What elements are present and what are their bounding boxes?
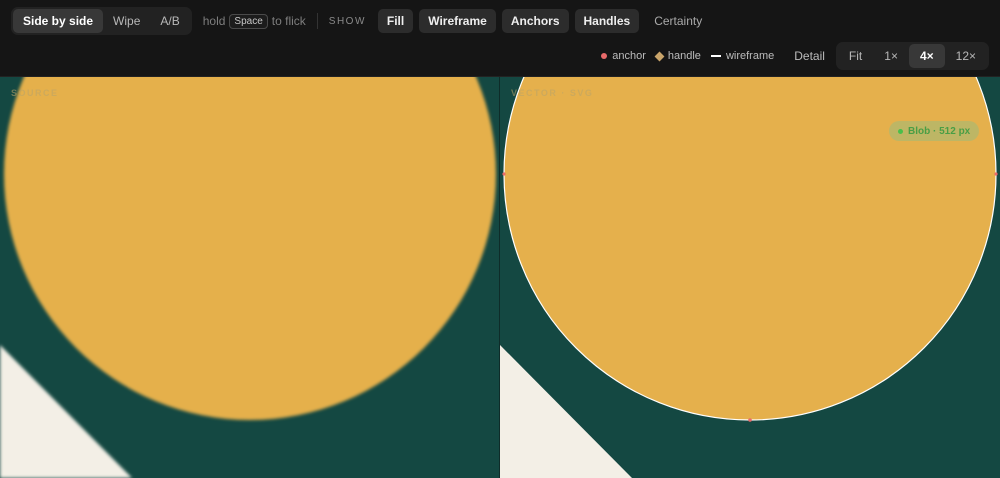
show-label: SHOW [328,15,366,27]
toggle-wireframe[interactable]: Wireframe [419,9,496,33]
detail-label: Detail [794,49,825,63]
anchor-point[interactable] [994,172,998,176]
legend-anchor: anchor [601,50,646,62]
hint-suffix: to flick [271,14,306,28]
source-circle [4,77,496,420]
space-key: Space [229,13,268,29]
anchor-dot-icon [601,53,608,59]
anchor-point[interactable] [748,418,752,422]
toolbar-row-secondary: anchor handle wireframe Detail Fit 1× 4×… [601,41,989,71]
status-dot-icon [898,128,903,134]
source-pane[interactable]: SOURCE [0,77,500,478]
zoom-12x[interactable]: 12× [945,44,987,68]
toggle-anchors[interactable]: Anchors [501,9,569,33]
toolbar: Side by side Wipe A/B hold Space to flic… [0,0,1000,77]
source-label: SOURCE [11,88,59,98]
shape-badge-label: Blob · 512 px [908,125,971,137]
vector-label: VECTOR · SVG [511,88,594,98]
toolbar-divider [316,13,318,29]
legend-anchor-label: anchor [612,50,646,62]
zoom-segmented: Fit 1× 4× 12× [835,42,989,70]
zoom-4x[interactable]: 4× [908,44,945,68]
legend-handle: handle [654,50,701,62]
source-canvas [0,77,496,478]
legend-wireframe-label: wireframe [725,50,775,62]
view-mode-wipe[interactable]: Wipe [103,9,150,33]
wireframe-line-icon [710,55,721,57]
view-mode-side-by-side[interactable]: Side by side [13,9,104,33]
legend-wireframe: wireframe [710,50,775,62]
view-mode-ab[interactable]: A/B [150,9,189,33]
hint-prefix: hold [202,14,226,28]
view-mode-segmented: Side by side Wipe A/B [11,7,192,35]
toggle-handles[interactable]: Handles [574,9,640,33]
toolbar-row-primary: Side by side Wipe A/B hold Space to flic… [11,7,717,35]
toggle-fill[interactable]: Fill [377,9,414,33]
vector-pane[interactable]: VECTOR · SVG Blob · 512 px [500,77,1000,478]
anchor-point[interactable] [502,172,506,176]
handle-diamond-icon [654,51,665,61]
legend-handle-label: handle [667,50,701,62]
zoom-fit[interactable]: Fit [838,44,873,68]
shape-badge[interactable]: Blob · 512 px [889,121,980,141]
toggle-certainty[interactable]: Certainty [645,9,711,33]
flick-hint: hold Space to flick [202,13,306,29]
zoom-1x[interactable]: 1× [873,44,909,68]
